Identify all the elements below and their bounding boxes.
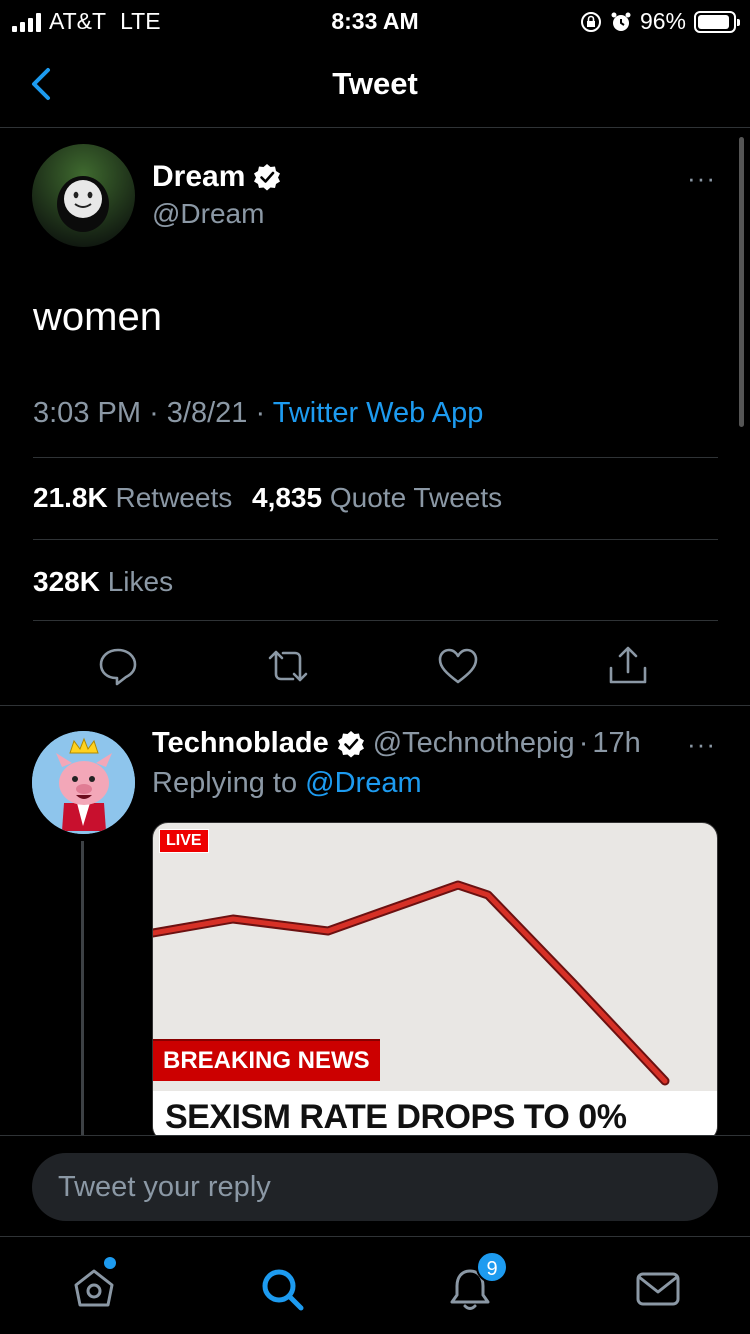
divider [33, 620, 718, 621]
divider [33, 539, 718, 540]
author-name[interactable]: Dream [152, 160, 245, 194]
reply-more-button[interactable]: ··· [687, 729, 716, 760]
reply-composer [0, 1135, 750, 1236]
tab-bar: 9 [0, 1236, 750, 1334]
reply-media-image[interactable]: LIVE BREAKING NEWS SEXISM RATE DROPS TO … [152, 822, 718, 1135]
tweet-actions [0, 644, 750, 714]
rotation-lock-icon [580, 11, 601, 32]
share-icon[interactable] [606, 644, 650, 688]
author-name-line[interactable]: Dream [152, 160, 281, 194]
home-icon[interactable] [70, 1265, 118, 1313]
tweet-more-button[interactable]: ··· [687, 163, 716, 194]
quotes-label: Quote Tweets [329, 482, 503, 513]
verified-badge-icon [254, 164, 281, 191]
reply-author-handle[interactable]: @Technothepig [373, 727, 575, 760]
meta-separator: · [578, 727, 589, 759]
news-headline: SEXISM RATE DROPS TO 0% [153, 1091, 717, 1135]
status-bar: AT&T LTE 8:33 AM 96% [0, 0, 750, 40]
reply-author-line[interactable]: Technoblade @Technothepig · 17h [152, 727, 641, 760]
reply-icon[interactable] [96, 644, 140, 688]
home-unread-dot [104, 1257, 116, 1269]
avatar[interactable] [32, 144, 135, 247]
breaking-news-banner: BREAKING NEWS [153, 1039, 380, 1081]
tweet-text: women [33, 295, 162, 339]
divider [0, 705, 750, 706]
tweet-source-link[interactable]: Twitter Web App [273, 397, 484, 429]
replying-prefix: Replying to [152, 767, 298, 799]
divider [33, 457, 718, 458]
nav-bar: Tweet [0, 42, 750, 128]
reply-avatar[interactable] [32, 731, 135, 834]
retweet-stats[interactable]: 21.8K Retweets 4,835 Quote Tweets [33, 482, 502, 514]
notifications-badge: 9 [476, 1251, 508, 1283]
like-stats[interactable]: 328K Likes [33, 566, 173, 598]
status-right: 96% [580, 8, 740, 35]
page-title: Tweet [332, 66, 418, 101]
retweet-icon[interactable] [266, 644, 310, 688]
alarm-icon [611, 12, 631, 31]
quotes-count: 4,835 [252, 482, 323, 513]
reply-age: 17h [592, 727, 641, 759]
tweet-date: 3/8/21 [166, 397, 248, 429]
battery-icon [694, 10, 740, 33]
scrollbar[interactable] [739, 137, 744, 427]
retweets-count: 21.8K [33, 482, 108, 513]
replying-to: Replying to @Dream [152, 767, 422, 800]
messages-icon[interactable] [634, 1265, 682, 1313]
reply-author-name[interactable]: Technoblade [152, 727, 329, 760]
author-handle[interactable]: @Dream [152, 198, 264, 230]
tweet-time: 3:03 PM [33, 397, 141, 429]
search-icon[interactable] [258, 1265, 306, 1313]
reply-input[interactable] [32, 1153, 718, 1221]
likes-count: 328K [33, 566, 100, 597]
live-tag: LIVE [159, 829, 209, 853]
meta-separator: · [255, 397, 266, 429]
likes-label: Likes [107, 566, 174, 597]
like-icon[interactable] [436, 644, 480, 688]
tweet-detail[interactable]: Dream @Dream ··· women 3:03 PM · 3/8/21 … [0, 129, 750, 1135]
verified-badge-icon [337, 730, 364, 757]
meta-separator: · [149, 397, 159, 429]
retweets-label: Retweets [115, 482, 233, 513]
battery-percent: 96% [639, 8, 686, 34]
replying-to-link[interactable]: @Dream [305, 767, 421, 799]
tweet-meta: 3:03 PM · 3/8/21 · Twitter Web App [33, 397, 483, 430]
news-graph-image [153, 880, 670, 1086]
thread-line [81, 841, 84, 1135]
